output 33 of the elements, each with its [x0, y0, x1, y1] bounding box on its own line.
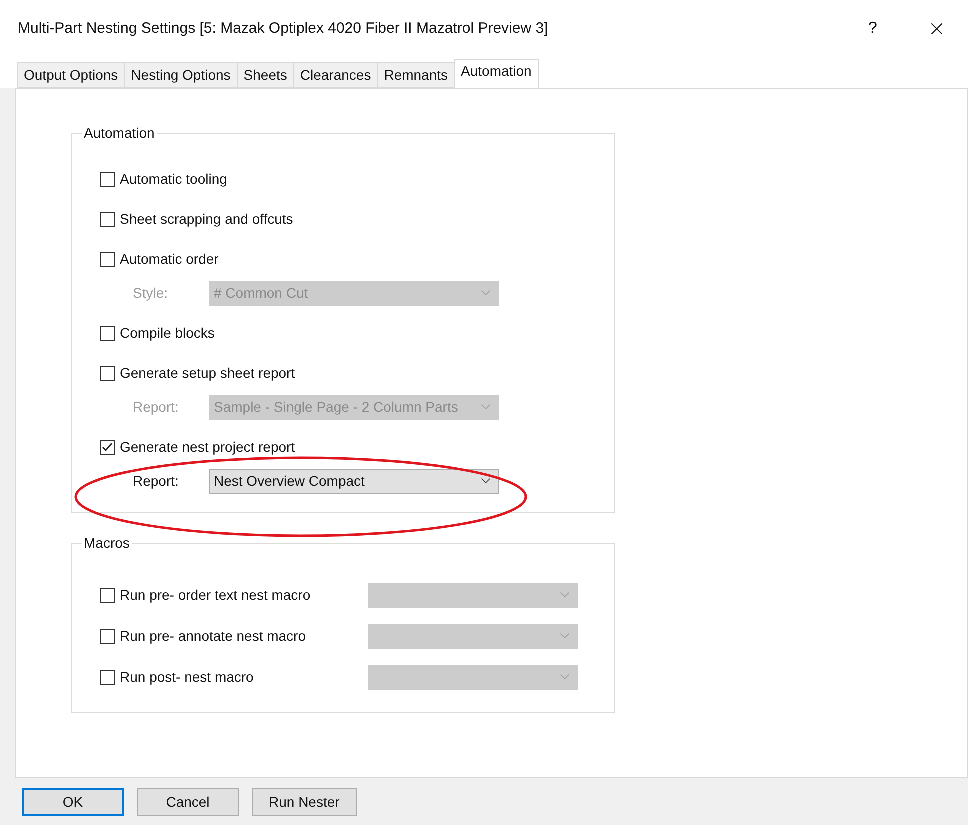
checkmark-icon [102, 442, 113, 452]
tab[interactable]: Sheets [236, 62, 294, 88]
field-label: Report: [133, 472, 180, 491]
checkbox[interactable] [100, 326, 115, 340]
checkbox[interactable] [100, 366, 115, 380]
tab[interactable]: Output Options [17, 62, 124, 88]
checkbox-label: Generate nest project report [120, 438, 296, 457]
help-button[interactable]: ? [858, 17, 888, 41]
checkbox-label: Generate setup sheet report [120, 364, 296, 383]
checkbox[interactable] [100, 252, 115, 266]
checkbox[interactable] [100, 212, 115, 226]
checkbox-label: Run post- nest macro [120, 668, 254, 687]
group-title: Macros [83, 534, 131, 553]
dialog-button[interactable]: Run Nester [252, 788, 357, 816]
checkbox-label: Run pre- annotate nest macro [120, 626, 306, 646]
checkbox-label: Sheet scrapping and offcuts [120, 210, 294, 229]
checkbox-label: Automatic order [120, 250, 219, 268]
field-label: Style: [133, 284, 170, 303]
field-label: Report: [133, 398, 180, 417]
checkbox-label: Compile blocks [120, 324, 215, 343]
checkbox-label: Automatic tooling [120, 170, 228, 189]
dropdown[interactable]: Nest Overview Compact [209, 468, 499, 494]
dialog-button[interactable]: Cancel [137, 788, 239, 816]
checkbox-label: Run pre- order text nest macro [120, 586, 311, 605]
group-title: Automation [83, 124, 156, 143]
dialog-button[interactable]: OK [22, 788, 124, 816]
checkbox[interactable] [100, 172, 115, 186]
tab[interactable]: Remnants [377, 62, 454, 88]
tab[interactable]: Nesting Options [124, 62, 237, 88]
window-title: Multi-Part Nesting Settings [5: Mazak Optiplex 4020 Fiber II Mazatrol Preview 3] [18, 18, 550, 39]
tab[interactable]: Clearances [293, 62, 378, 88]
checkbox[interactable] [100, 440, 115, 454]
tab[interactable]: Automation [454, 59, 539, 89]
